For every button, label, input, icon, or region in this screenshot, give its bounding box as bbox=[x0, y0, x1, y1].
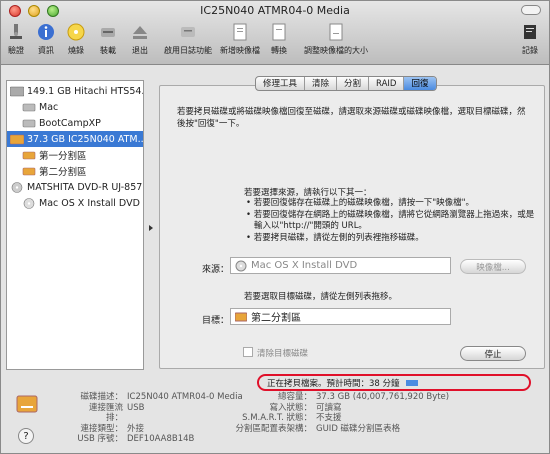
log-icon bbox=[519, 21, 541, 43]
image-button[interactable]: 映像檔... bbox=[460, 259, 526, 274]
progress-highlight: 正在拷貝檔案。預計時間：38 分鐘 bbox=[257, 374, 531, 391]
dvd-icon bbox=[235, 260, 247, 271]
source-option-network: • 若要回復儲存在網路上的磁碟映像檔，請將它從網路瀏覽器上拖過來，或是輸入以"h… bbox=[246, 209, 535, 232]
enable-journaling-button[interactable]: 啟用日誌功能 bbox=[164, 21, 212, 61]
source-options-list: • 若要回復儲存在磁碟上的磁碟映像檔，請按一下"映像檔"。 • 若要回復儲存在網… bbox=[246, 198, 536, 244]
erase-destination-label: 清除目標磁碟 bbox=[257, 349, 309, 359]
volume-icon bbox=[22, 167, 36, 175]
new-image-icon bbox=[229, 21, 251, 43]
toolbar-toggle-button[interactable] bbox=[521, 5, 541, 15]
stop-button[interactable]: 停止 bbox=[460, 346, 526, 361]
tab-first-aid[interactable]: 修理工具 bbox=[256, 77, 306, 90]
source-label: 來源： bbox=[202, 265, 230, 275]
resize-image-button[interactable]: 調整映像檔的大小 bbox=[304, 21, 368, 61]
volume-icon bbox=[22, 103, 36, 111]
dest-instruction: 若要選取目標磁碟，請從左側列表拖移。 bbox=[244, 292, 398, 302]
sidebar-item-first-partition[interactable]: 第一分割區 bbox=[7, 147, 143, 163]
volume-icon bbox=[22, 151, 36, 159]
verify-button[interactable]: 驗證 bbox=[5, 21, 27, 61]
progress-bar bbox=[405, 379, 418, 386]
disk-list[interactable]: 149.1 GB Hitachi HTS54... Mac BootCampXP… bbox=[6, 80, 144, 370]
restore-description: 若要拷貝磁碟或將磁碟映像檔回復至磁碟，請選取來源磁碟或磁碟映像檔，選取目標磁碟，… bbox=[177, 107, 526, 129]
mount-icon bbox=[97, 21, 119, 43]
info-icon bbox=[35, 21, 57, 43]
progress-text: 正在拷貝檔案。預計時間：38 分鐘 bbox=[267, 378, 400, 389]
sidebar-item-install-dvd[interactable]: Mac OS X Install DVD bbox=[7, 195, 143, 211]
journal-icon bbox=[177, 21, 199, 43]
eject-icon bbox=[129, 21, 151, 43]
source-option-image: • 若要回復儲存在磁碟上的磁碟映像檔，請按一下"映像檔"。 bbox=[246, 198, 475, 208]
sidebar-item-mac-volume[interactable]: Mac bbox=[7, 99, 143, 115]
external-disk-icon bbox=[10, 134, 24, 144]
source-field[interactable]: Mac OS X Install DVD bbox=[230, 257, 451, 274]
tab-raid[interactable]: RAID bbox=[369, 77, 405, 90]
tab-restore[interactable]: 回復 bbox=[404, 77, 436, 90]
sidebar-item-dvd-drive[interactable]: MATSHITA DVD-R UJ-857 bbox=[7, 179, 143, 195]
titlebar: IC25N040 ATMR04-0 Media 驗證 資訊 燒錄 裝載 退出 啟… bbox=[1, 1, 549, 65]
tab-erase[interactable]: 清除 bbox=[305, 77, 338, 90]
source-instruction: 若要選擇來源，請執行以下其一： bbox=[244, 188, 372, 198]
dvd-icon bbox=[23, 197, 35, 209]
sidebar-item-bootcamp-volume[interactable]: BootCampXP bbox=[7, 115, 143, 131]
convert-icon bbox=[268, 21, 290, 43]
hard-disk-icon bbox=[10, 86, 24, 96]
volume-icon bbox=[22, 119, 36, 127]
destination-field[interactable]: 第二分割區 bbox=[230, 308, 451, 325]
microscope-icon bbox=[5, 21, 27, 43]
disk-info-right: 總容量： 37.3 GB (40,007,761,920 Byte) 寫入狀態：可… bbox=[235, 392, 450, 434]
log-button[interactable]: 記錄 bbox=[519, 21, 541, 61]
window-title: IC25N040 ATMR04-0 Media bbox=[200, 4, 350, 17]
help-button[interactable]: ? bbox=[18, 428, 34, 444]
tab-partition[interactable]: 分割 bbox=[337, 77, 370, 90]
new-image-button[interactable]: 新增映像檔 bbox=[220, 21, 260, 61]
volume-icon bbox=[235, 312, 247, 321]
erase-destination-checkbox[interactable] bbox=[243, 347, 253, 357]
external-disk-icon bbox=[16, 395, 38, 413]
destination-label: 目標： bbox=[202, 316, 230, 326]
mount-button[interactable]: 裝載 bbox=[97, 21, 119, 61]
info-button[interactable]: 資訊 bbox=[35, 21, 57, 61]
burn-button[interactable]: 燒錄 bbox=[65, 21, 87, 61]
convert-button[interactable]: 轉換 bbox=[268, 21, 290, 61]
optical-drive-icon bbox=[11, 181, 23, 193]
splitter-grip-icon[interactable] bbox=[149, 225, 153, 231]
eject-button[interactable]: 退出 bbox=[129, 21, 151, 61]
sidebar-item-hitachi-disk[interactable]: 149.1 GB Hitachi HTS54... bbox=[7, 83, 143, 99]
sidebar-item-ic25n040-disk[interactable]: 37.3 GB IC25N040 ATM... bbox=[7, 131, 143, 147]
disk-utility-window: IC25N040 ATMR04-0 Media 驗證 資訊 燒錄 裝載 退出 啟… bbox=[0, 0, 550, 454]
burn-icon bbox=[65, 21, 87, 43]
resize-image-icon bbox=[325, 21, 347, 43]
source-option-disk: • 若要拷貝磁碟，請從左側的列表裡拖移磁碟。 bbox=[246, 232, 424, 243]
disk-info-left: 磁碟描述： IC25N040 ATMR04-0 Media 連接匯流排： USB 連… bbox=[77, 392, 243, 444]
tab-bar: 修理工具 清除 分割 RAID 回復 bbox=[255, 76, 437, 91]
sidebar-item-second-partition[interactable]: 第二分割區 bbox=[7, 163, 143, 179]
